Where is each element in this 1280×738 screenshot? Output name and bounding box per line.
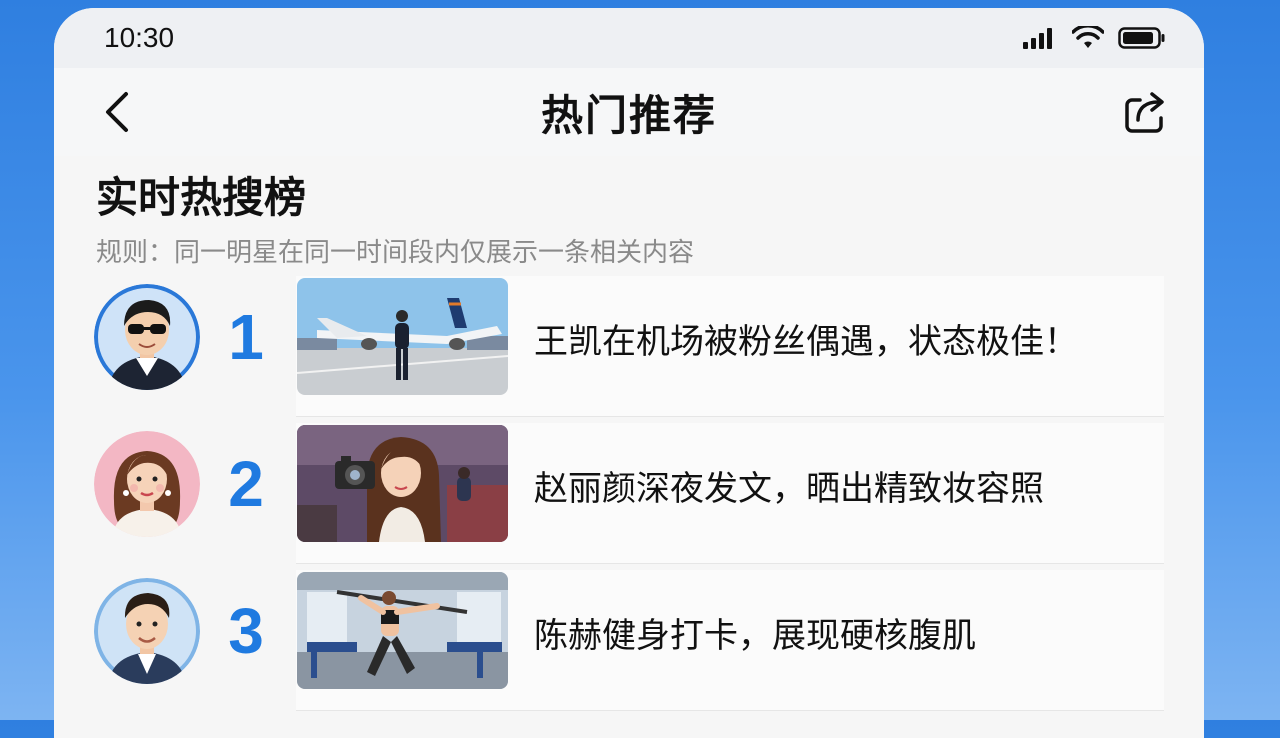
avatar[interactable] xyxy=(94,284,200,390)
wifi-icon xyxy=(1072,26,1104,48)
share-icon[interactable] xyxy=(1122,88,1168,134)
status-time: 10:30 xyxy=(104,22,175,53)
list-item[interactable]: 1 王凯在机场被粉丝偶遇，状态极佳！ xyxy=(54,274,1204,421)
rank-number: 3 xyxy=(228,595,264,667)
status-bar: 10:30 xyxy=(54,8,1204,68)
battery-icon xyxy=(1118,27,1165,49)
list-item[interactable]: 3 陈赫健身打卡，展现硬核腹肌 xyxy=(54,568,1204,715)
hot-list: 1 王凯在机场被粉丝偶遇，状态极佳！ 2 赵丽颜深夜发文，晒出精致妆容照 3 陈… xyxy=(54,274,1204,715)
avatar[interactable] xyxy=(94,578,200,684)
headline-text: 王凯在机场被粉丝偶遇，状态极佳！ xyxy=(534,322,1078,362)
headline-text: 陈赫健身打卡，展现硬核腹肌 xyxy=(534,616,976,656)
rule-text: 规则：同一明星在同一时间段内仅展示一条相关内容 xyxy=(96,238,695,268)
signal-icon xyxy=(1023,28,1052,49)
page-title: 热门推荐 xyxy=(540,90,717,140)
list-item[interactable]: 2 赵丽颜深夜发文，晒出精致妆容照 xyxy=(54,421,1204,568)
rank-number: 1 xyxy=(228,301,264,373)
phone-screen: 10:30 热门推荐 实时热搜榜 规则：同一明星在同一时间段内仅展示一条相关内容… xyxy=(54,8,1204,738)
thumbnail-image[interactable] xyxy=(297,278,508,395)
section-title: 实时热搜榜 xyxy=(96,173,307,222)
thumbnail-image[interactable] xyxy=(297,425,508,542)
rank-number: 2 xyxy=(228,448,264,520)
back-icon[interactable] xyxy=(98,90,138,134)
headline-text: 赵丽颜深夜发文，晒出精致妆容照 xyxy=(534,469,1044,509)
avatar[interactable] xyxy=(94,431,200,537)
navigation-bar: 热门推荐 xyxy=(54,68,1204,156)
status-icons xyxy=(1022,26,1166,50)
content-area: 实时热搜榜 规则：同一明星在同一时间段内仅展示一条相关内容 1 王凯在机场被粉丝… xyxy=(54,156,1204,738)
thumbnail-image[interactable] xyxy=(297,572,508,689)
